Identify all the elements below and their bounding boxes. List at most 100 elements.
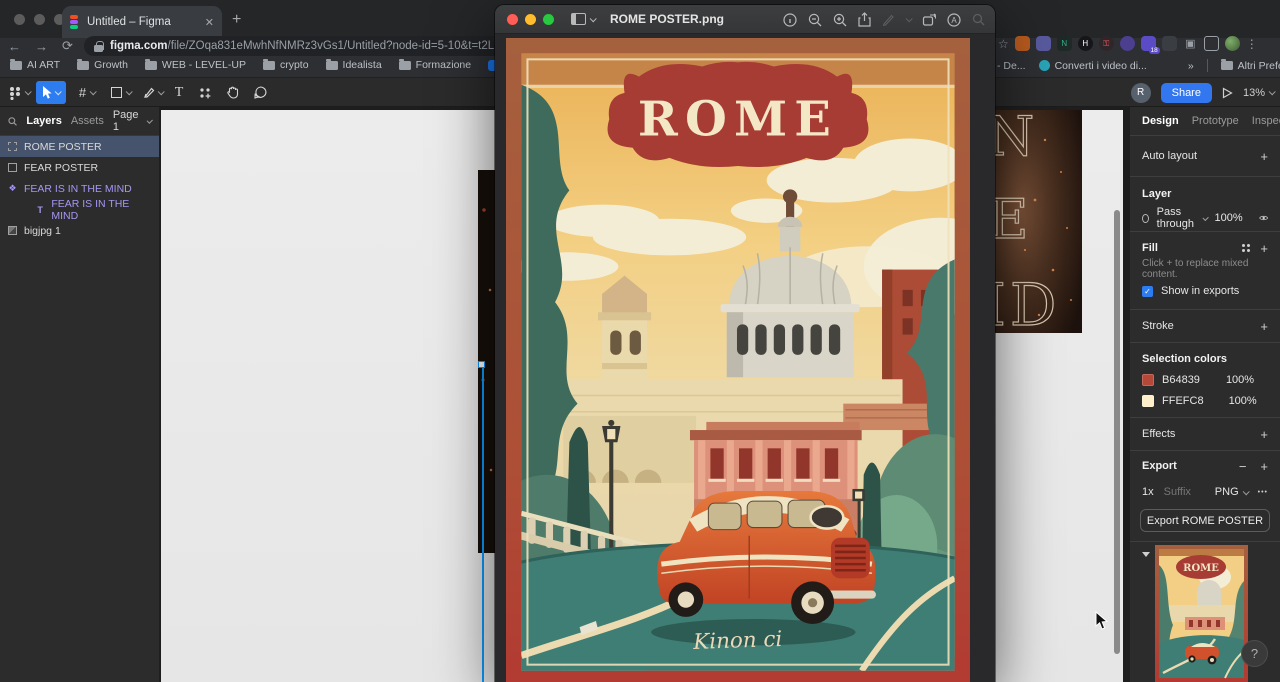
- side-panel-icon[interactable]: [1204, 36, 1219, 51]
- new-tab-button[interactable]: +: [232, 11, 241, 29]
- export-more-icon[interactable]: •••: [1258, 489, 1268, 496]
- bookmark-item[interactable]: Idealista: [326, 59, 382, 71]
- zoom-out-icon[interactable]: [808, 13, 822, 27]
- markup-chevron-icon[interactable]: [906, 17, 911, 22]
- figma-menu-icon[interactable]: [6, 81, 32, 104]
- fear-letter-n: N: [995, 110, 1034, 168]
- tabs-extension-icon[interactable]: [1162, 36, 1177, 51]
- pen-tool[interactable]: [138, 81, 168, 104]
- tab-layers[interactable]: Layers: [26, 115, 61, 127]
- comment-tool[interactable]: [248, 81, 272, 104]
- page-selector[interactable]: Page 1: [113, 109, 151, 133]
- user-avatar[interactable]: R: [1131, 83, 1151, 103]
- layer-row-fear-poster[interactable]: FEAR POSTER: [0, 157, 159, 178]
- export-suffix-input[interactable]: Suffix: [1164, 486, 1191, 498]
- extensions-puzzle-icon[interactable]: ▣: [1183, 36, 1198, 51]
- bookmarks-overflow[interactable]: »: [1188, 60, 1194, 72]
- color-swatch-cream[interactable]: [1142, 395, 1154, 407]
- bookmark-item[interactable]: - De...: [997, 60, 1026, 72]
- visibility-eye-icon[interactable]: [1259, 213, 1268, 223]
- preview-disclosure-icon: [1142, 552, 1150, 557]
- key-extension-icon[interactable]: ⚿: [1099, 36, 1114, 51]
- shape-tool[interactable]: [106, 81, 136, 104]
- layer-opacity-field[interactable]: 100%: [1215, 212, 1243, 224]
- bookmark-item[interactable]: crypto: [263, 59, 309, 71]
- export-scale-select[interactable]: 1x: [1142, 486, 1154, 498]
- profile-avatar[interactable]: [1225, 36, 1240, 51]
- other-bookmarks[interactable]: Altri Preferiti: [1221, 60, 1280, 72]
- blend-mode-select[interactable]: Pass through: [1157, 206, 1207, 230]
- forward-icon[interactable]: →: [35, 39, 48, 54]
- search-icon[interactable]: [8, 116, 17, 127]
- layer-row-fear-text[interactable]: T FEAR IS IN THE MIND: [0, 199, 159, 220]
- help-button[interactable]: ?: [1241, 640, 1268, 667]
- tab-close-icon[interactable]: ✕: [205, 16, 214, 29]
- hand-tool[interactable]: [220, 81, 244, 104]
- add-stroke-button[interactable]: +: [1260, 319, 1268, 334]
- violet-extension-icon[interactable]: [1120, 36, 1135, 51]
- preview-close-button[interactable]: [507, 14, 518, 25]
- export-rome-poster-button[interactable]: Export ROME POSTER: [1140, 509, 1270, 532]
- preview-minimize-button[interactable]: [525, 14, 536, 25]
- resources-tool[interactable]: [194, 81, 216, 104]
- add-fill-button[interactable]: +: [1260, 241, 1268, 256]
- fear-is-in-the-mind-poster[interactable]: N E ID: [995, 110, 1082, 333]
- frame-tool[interactable]: #: [72, 81, 102, 104]
- back-icon[interactable]: ←: [8, 39, 21, 54]
- zoom-in-icon[interactable]: [833, 13, 847, 27]
- color-swatch-red[interactable]: [1142, 374, 1154, 386]
- browser-tab[interactable]: Untitled – Figma ✕: [62, 6, 222, 38]
- export-format-select[interactable]: PNG: [1215, 486, 1248, 498]
- zoom-level-control[interactable]: 13%: [1243, 87, 1274, 99]
- preview-titlebar[interactable]: ROME POSTER.png A: [495, 5, 995, 34]
- bookmark-item[interactable]: WEB - LEVEL-UP: [145, 59, 246, 71]
- window-minimize-button[interactable]: [34, 14, 45, 25]
- move-tool[interactable]: [36, 81, 66, 104]
- tab-inspect[interactable]: Inspect: [1252, 115, 1280, 127]
- preview-sidebar-toggle[interactable]: [571, 13, 595, 25]
- add-auto-layout-button[interactable]: +: [1260, 149, 1268, 164]
- canvas-scrollbar[interactable]: [1114, 210, 1120, 654]
- color-opacity[interactable]: 100%: [1229, 395, 1257, 407]
- present-play-icon[interactable]: [1222, 87, 1233, 99]
- add-export-button[interactable]: +: [1260, 459, 1268, 474]
- remove-export-button[interactable]: −: [1239, 459, 1247, 474]
- add-effect-button[interactable]: +: [1260, 427, 1268, 442]
- color-hex[interactable]: B64839: [1162, 374, 1200, 386]
- annotate-icon[interactable]: A: [947, 13, 961, 27]
- tab-design[interactable]: Design: [1142, 115, 1179, 127]
- share-button[interactable]: Share: [1161, 83, 1212, 103]
- metamask-extension-icon[interactable]: [1015, 36, 1030, 51]
- badge-extension-icon[interactable]: 18: [1141, 36, 1156, 51]
- bookmark-star-icon[interactable]: ☆: [998, 37, 1009, 51]
- selection-color-row: B64839 100%: [1130, 369, 1280, 390]
- layer-row-bigjpg[interactable]: bigjpg 1: [0, 220, 159, 241]
- layer-row-fear-component[interactable]: ❖ FEAR IS IN THE MIND: [0, 178, 159, 199]
- color-hex[interactable]: FFEFC8: [1162, 395, 1204, 407]
- text-tool[interactable]: T: [168, 81, 190, 104]
- reload-icon[interactable]: ⟳: [62, 38, 73, 54]
- bookmark-item[interactable]: Growth: [77, 59, 128, 71]
- browser-menu-icon[interactable]: ⋮: [1246, 37, 1258, 51]
- preview-zoom-button[interactable]: [543, 14, 554, 25]
- show-in-exports-checkbox[interactable]: ✓: [1142, 286, 1153, 297]
- bookmark-item[interactable]: Formazione: [399, 59, 471, 71]
- rotate-icon[interactable]: [922, 13, 936, 26]
- purple-extension-icon[interactable]: [1036, 36, 1051, 51]
- selection-handle[interactable]: [478, 361, 485, 368]
- preview-window[interactable]: ROME POSTER.png A: [495, 5, 995, 682]
- share-icon[interactable]: [858, 12, 871, 27]
- color-opacity[interactable]: 100%: [1226, 374, 1254, 386]
- tab-assets[interactable]: Assets: [71, 115, 104, 127]
- info-icon[interactable]: [783, 13, 797, 27]
- bookmark-item[interactable]: Converti i video di...: [1039, 60, 1147, 72]
- tab-prototype[interactable]: Prototype: [1192, 115, 1239, 127]
- layer-row-rome-poster[interactable]: ROME POSTER: [0, 136, 159, 157]
- bookmark-item[interactable]: AI ART: [10, 59, 60, 71]
- window-close-button[interactable]: [14, 14, 25, 25]
- search-icon[interactable]: [972, 13, 985, 26]
- h-extension-icon[interactable]: H: [1078, 36, 1093, 51]
- markup-pen-icon[interactable]: [882, 13, 895, 26]
- fill-styles-icon[interactable]: [1242, 244, 1250, 252]
- teal-n-extension-icon[interactable]: N: [1057, 36, 1072, 51]
